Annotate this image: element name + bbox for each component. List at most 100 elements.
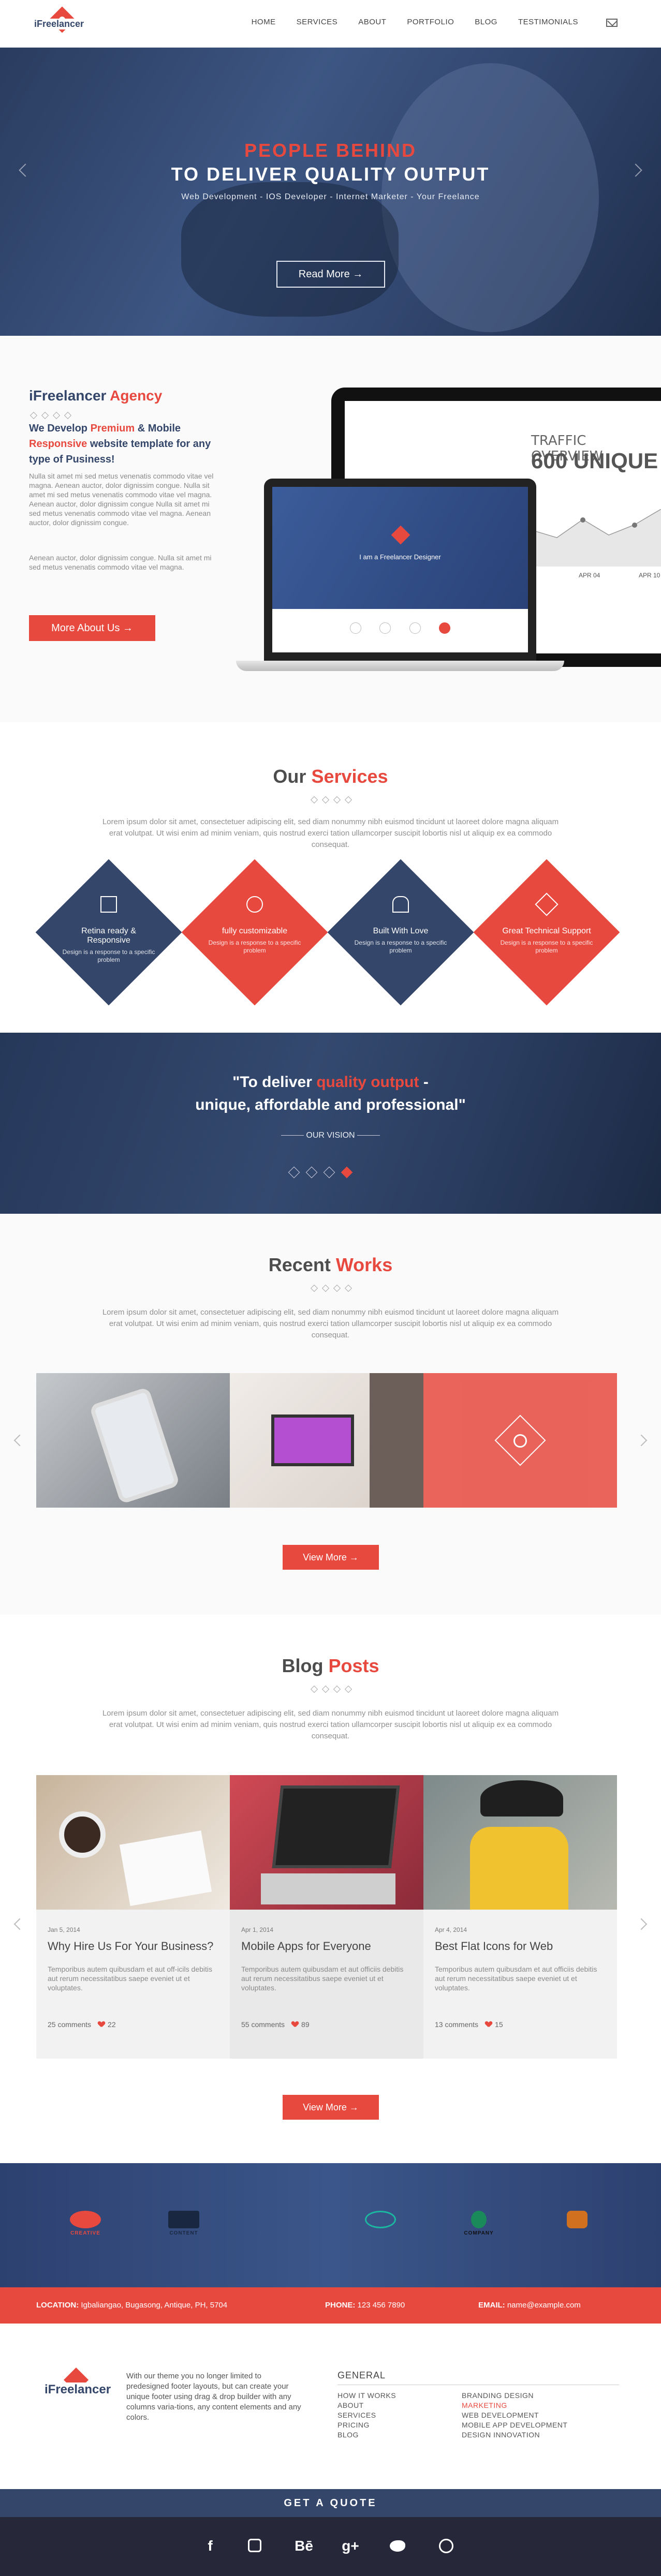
nav-blog[interactable]: BLOG: [475, 18, 497, 26]
footer-link[interactable]: DESIGN INNOVATION: [462, 2430, 567, 2440]
footer-link[interactable]: SERVICES: [337, 2410, 396, 2420]
blog-card-excerpt: Temporibus autem quibusdam et aut offici…: [241, 1965, 404, 1992]
footer-link[interactable]: BLOG: [337, 2430, 396, 2440]
vision-quote: "To deliver quality output - unique, aff…: [195, 1074, 466, 1113]
blog-card-date: Jan 5, 2014: [48, 1926, 80, 1933]
blog-title: Blog Posts: [282, 1655, 379, 1676]
footer-link[interactable]: BRANDING DESIGN: [462, 2391, 567, 2401]
contact-email[interactable]: EMAIL: name@example.com: [478, 2301, 581, 2310]
footer-logo[interactable]: iFreelancer: [42, 2367, 120, 2413]
blog-card-excerpt: Temporibus autem quibusdam et aut off-ic…: [48, 1965, 213, 1992]
divider-dots: [309, 1284, 354, 1292]
heart-icon: [392, 896, 409, 913]
blog-card-meta: 25 comments 22: [48, 2020, 116, 2029]
logo[interactable]: iFreelancer: [32, 6, 99, 42]
vision-banner: "To deliver quality output - unique, aff…: [0, 1033, 661, 1214]
works-prev-icon[interactable]: [13, 1434, 26, 1447]
work-item-phone[interactable]: [36, 1373, 230, 1508]
clients-strip: CREATIVE CONTENT COMPANY: [0, 2163, 661, 2287]
hero-title: TO DELIVER QUALITY OUTPUT: [171, 163, 490, 185]
client-logo-orange[interactable]: [544, 2211, 611, 2230]
site-header: iFreelancer HOME SERVICES ABOUT PORTFOLI…: [0, 0, 661, 48]
service-love-text: Built With Love Design is a response to a…: [354, 927, 447, 954]
twitter-icon[interactable]: [387, 2536, 408, 2556]
behance-icon[interactable]: Bē: [291, 2536, 317, 2556]
traffic-chart: [531, 509, 661, 567]
client-logo-company[interactable]: COMPANY: [445, 2211, 512, 2236]
nav-portfolio[interactable]: PORTFOLIO: [407, 18, 454, 26]
footer-link[interactable]: PRICING: [337, 2420, 396, 2430]
vision-pagination[interactable]: [288, 1166, 353, 1179]
footer-general-title: GENERAL: [337, 2370, 386, 2380]
blog-card-meta: 13 comments 15: [435, 2020, 503, 2029]
mobile-icon: [100, 896, 117, 913]
footer-links-left: HOW IT WORKS ABOUT SERVICES PRICING BLOG: [337, 2391, 396, 2440]
heart-icon: [292, 2021, 298, 2027]
blog-card-title[interactable]: Mobile Apps for Everyone: [241, 1940, 371, 1953]
small-screen: I am a Freelancer Designer: [272, 487, 528, 652]
work-item-hover[interactable]: [423, 1373, 617, 1508]
hero-subtitle: Web Development - IOS Developer - Intern…: [181, 192, 480, 201]
link-icon: [513, 1434, 527, 1448]
facebook-icon[interactable]: f: [200, 2536, 221, 2556]
blog-card-title[interactable]: Best Flat Icons for Web: [435, 1940, 553, 1953]
service-support-text: Great Technical Support Design is a respo…: [500, 927, 593, 954]
blog-section: Blog Posts Lorem ipsum dolor sit amet, c…: [0, 1615, 661, 2163]
footer-about: With our theme you no longer limited to …: [126, 2372, 301, 2422]
blog-card[interactable]: Apr 1, 2014 Mobile Apps for Everyone Tem…: [230, 1775, 423, 2059]
footer-link[interactable]: MOBILE APP DEVELOPMENT: [462, 2420, 567, 2430]
traffic-label-apr04: APR 04: [579, 572, 600, 579]
more-about-us-button[interactable]: More About Us →: [29, 615, 155, 641]
client-logo-content[interactable]: CONTENT: [150, 2211, 217, 2236]
nav-services[interactable]: SERVICES: [297, 18, 338, 26]
work-item-laptop[interactable]: [230, 1373, 423, 1508]
agency-paragraph-1: Nulla sit amet mi sed metus venenatis co…: [29, 472, 214, 527]
blog-card-date: Apr 4, 2014: [435, 1926, 467, 1933]
google-plus-icon[interactable]: g+: [337, 2536, 363, 2556]
main-nav: HOME SERVICES ABOUT PORTFOLIO BLOG TESTI…: [252, 18, 578, 26]
gear-icon: [246, 896, 263, 913]
instagram-icon[interactable]: [244, 2536, 265, 2556]
vision-label: OUR VISION: [0, 1131, 661, 1140]
works-view-more-button[interactable]: View More →: [283, 1545, 379, 1570]
footer-link[interactable]: MARKETING: [462, 2401, 567, 2410]
blog-next-icon[interactable]: [635, 1918, 648, 1930]
dribbble-icon[interactable]: [436, 2536, 457, 2556]
blog-card-image: [36, 1775, 230, 1910]
agency-title-word: Agency: [110, 388, 163, 404]
footer-link[interactable]: HOW IT WORKS: [337, 2391, 396, 2401]
heart-icon: [486, 2021, 492, 2027]
nav-testimonials[interactable]: TESTIMONIALS: [518, 18, 578, 26]
works-intro: Lorem ipsum dolor sit amet, consectetuer…: [102, 1308, 559, 1339]
blog-card[interactable]: Jan 5, 2014 Why Hire Us For Your Busines…: [36, 1775, 230, 2059]
client-logo-circle[interactable]: [347, 2211, 414, 2230]
get-a-quote-button[interactable]: GET A QUOTE: [0, 2489, 661, 2517]
footer-link[interactable]: ABOUT: [337, 2401, 396, 2410]
heart-icon: [98, 2021, 105, 2027]
works-section: Recent Works Lorem ipsum dolor sit amet,…: [0, 1214, 661, 1615]
services-section: Our Services Lorem ipsum dolor sit amet,…: [0, 722, 661, 1033]
footer-link[interactable]: WEB DEVELOPMENT: [462, 2410, 567, 2420]
traffic-label-apr10: APR 10: [639, 572, 660, 579]
laptop-mockup-small: I am a Freelancer Designer: [264, 479, 536, 661]
divider-dots: [309, 1685, 354, 1693]
blog-card-image: [423, 1775, 617, 1910]
divider-dots: [28, 411, 74, 420]
mail-icon[interactable]: [606, 19, 618, 27]
site-footer: iFreelancer With our theme you no longer…: [0, 2324, 661, 2489]
agency-paragraph-2: Aenean auctor, dolor dignissim congue. N…: [29, 554, 212, 571]
blog-view-more-button[interactable]: View More →: [283, 2095, 379, 2120]
hero-background-laptop: [181, 182, 399, 317]
read-more-button[interactable]: Read More →: [276, 261, 385, 288]
client-logo-creative[interactable]: CREATIVE: [52, 2211, 119, 2236]
blog-card[interactable]: Apr 4, 2014 Best Flat Icons for Web Temp…: [423, 1775, 617, 2059]
blog-prev-icon[interactable]: [13, 1918, 26, 1930]
blog-card-date: Apr 1, 2014: [241, 1926, 274, 1933]
nav-about[interactable]: ABOUT: [358, 18, 386, 26]
small-screen-heading: I am a Freelancer Designer: [359, 553, 441, 561]
contact-phone: PHONE: 123 456 7890: [325, 2301, 405, 2310]
blog-card-image: [230, 1775, 423, 1910]
works-next-icon[interactable]: [635, 1434, 648, 1447]
nav-home[interactable]: HOME: [252, 18, 276, 26]
blog-card-title[interactable]: Why Hire Us For Your Business?: [48, 1940, 213, 1953]
